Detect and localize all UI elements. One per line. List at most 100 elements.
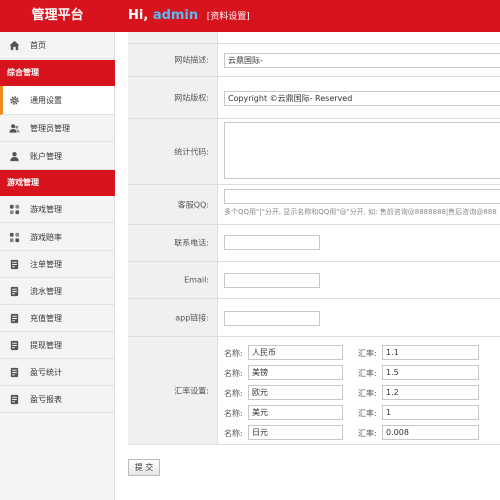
user-icon	[10, 152, 19, 162]
app-link-label: app链接:	[175, 313, 209, 322]
rate-name-label: 名称:	[224, 409, 243, 418]
rate-name-input[interactable]: 人民币	[248, 345, 343, 360]
sidebar-item-profit-stats[interactable]: 盈亏统计	[0, 359, 114, 386]
form-row-phone: 联系电话:	[128, 225, 500, 262]
sidebar: 首页 综合管理 通用设置 管理员管理 账户管理 游戏管理 游戏管理 游戏赔率 注…	[0, 32, 115, 500]
form-label-cell: Email:	[128, 262, 218, 298]
copyright-input[interactable]: Copyright ©云鼎国际- Reserved	[224, 91, 500, 106]
rate-name-input[interactable]: 日元	[248, 425, 343, 440]
rate-name-input[interactable]: 欧元	[248, 385, 343, 400]
site-description-input[interactable]: 云鼎国际-	[224, 53, 500, 68]
form-label-cell: 网站版权:	[128, 77, 218, 118]
sidebar-item-label: 盈亏报表	[30, 395, 62, 404]
document-icon	[10, 313, 19, 324]
form-label-cell: 联系电话:	[128, 225, 218, 261]
sidebar-item-game-odds[interactable]: 游戏赔率	[0, 224, 114, 251]
rate-value-label: 汇率:	[358, 349, 377, 358]
username-link[interactable]: admin	[153, 8, 198, 23]
rate-value-label: 汇率:	[358, 409, 377, 418]
rate-name-label: 名称:	[224, 349, 243, 358]
site-description-label: 网站描述:	[174, 55, 209, 65]
sidebar-item-label: 游戏赔率	[30, 233, 62, 242]
customer-qq-label: 客服QQ:	[177, 200, 209, 209]
email-input[interactable]	[224, 273, 320, 288]
rate-name-label: 名称:	[224, 389, 243, 398]
sidebar-item-label: 盈亏统计	[30, 368, 62, 377]
form-label-cell: 汇率设置:	[128, 337, 218, 444]
rate-value-label: 汇率:	[358, 389, 377, 398]
main-content: 网站描述: 云鼎国际- 网站版权: Copyright ©云鼎国际- Reser…	[115, 32, 500, 500]
sidebar-item-general-settings[interactable]: 通用设置	[0, 86, 114, 115]
sidebar-item-label: 注单管理	[30, 260, 62, 269]
profile-settings-link[interactable]: [资料设置]	[207, 12, 250, 22]
sidebar-item-label: 流水管理	[30, 287, 62, 296]
sidebar-item-flow-management[interactable]: 流水管理	[0, 278, 114, 305]
document-icon	[10, 340, 19, 351]
sidebar-item-withdraw-management[interactable]: 提现管理	[0, 332, 114, 359]
copyright-label: 网站版权:	[174, 93, 209, 102]
form-row-site-description: 网站描述: 云鼎国际-	[128, 44, 500, 77]
sidebar-item-label: 通用设置	[30, 96, 62, 105]
customer-qq-hint: 多个QQ用"|"分开, 显示名称和QQ用"@"分开, 如: 售前咨询@88888…	[224, 208, 497, 216]
exchange-rates-label: 汇率设置:	[174, 386, 209, 395]
sidebar-item-label: 首页	[30, 41, 46, 50]
rate-value-label: 汇率:	[358, 369, 377, 378]
sidebar-item-label: 账户管理	[30, 152, 62, 161]
form-row-exchange-rates: 汇率设置: 名称: 人民币 汇率: 1.1 名称: 美镑 汇率: 1.5 名称:…	[128, 337, 500, 445]
app-link-input[interactable]	[224, 311, 320, 326]
sidebar-item-label: 充值管理	[30, 314, 62, 323]
phone-input[interactable]	[224, 235, 320, 250]
document-icon	[10, 259, 19, 270]
sidebar-item-account-management[interactable]: 账户管理	[0, 143, 114, 170]
rate-value-input[interactable]: 1.1	[382, 345, 479, 360]
greeting: Hi, admin [资料设置]	[128, 0, 250, 32]
brand-title: 管理平台	[31, 8, 84, 23]
form-label-cell: 客服QQ:	[128, 185, 218, 224]
stats-code-textarea[interactable]	[224, 122, 500, 179]
sidebar-item-home[interactable]: 首页	[0, 32, 114, 59]
sidebar-group-general: 综合管理	[0, 60, 115, 86]
grid-icon	[9, 232, 20, 243]
rate-name-input[interactable]: 美镑	[248, 365, 343, 380]
form-row-copyright: 网站版权: Copyright ©云鼎国际- Reserved	[128, 77, 500, 119]
form-row-previous	[128, 32, 500, 44]
rate-name-label: 名称:	[224, 429, 243, 438]
sidebar-item-profit-report[interactable]: 盈亏报表	[0, 386, 114, 413]
greeting-text: Hi,	[128, 8, 149, 23]
rate-value-input[interactable]: 1.2	[382, 385, 479, 400]
sidebar-item-label: 管理员管理	[30, 124, 70, 133]
sidebar-item-label: 提现管理	[30, 341, 62, 350]
sidebar-item-admin-management[interactable]: 管理员管理	[0, 115, 114, 142]
users-icon	[9, 124, 20, 133]
sidebar-item-bet-management[interactable]: 注单管理	[0, 251, 114, 278]
sidebar-item-label: 游戏管理	[30, 205, 62, 214]
form-label-cell: 统计代码:	[128, 119, 218, 184]
rate-value-input[interactable]: 1.5	[382, 365, 479, 380]
rate-value-input[interactable]: 1	[382, 405, 479, 420]
form-row-stats-code: 统计代码:	[128, 119, 500, 185]
phone-label: 联系电话:	[174, 238, 209, 248]
submit-button[interactable]: 提 交	[128, 459, 160, 476]
sidebar-group-game: 游戏管理	[0, 170, 115, 196]
stats-code-label: 统计代码:	[174, 147, 209, 156]
sidebar-item-game-management[interactable]: 游戏管理	[0, 196, 114, 223]
form-row-customer-qq: 客服QQ: 多个QQ用"|"分开, 显示名称和QQ用"@"分开, 如: 售前咨询…	[128, 185, 500, 225]
form-label-cell: app链接:	[128, 299, 218, 336]
form-row-app-link: app链接:	[128, 299, 500, 337]
document-icon	[10, 394, 19, 405]
email-label: Email:	[184, 275, 209, 285]
rate-value-input[interactable]: 0.008	[382, 425, 479, 440]
home-icon	[9, 40, 20, 51]
sidebar-item-deposit-management[interactable]: 充值管理	[0, 305, 114, 332]
grid-icon	[9, 204, 20, 215]
form-label-cell: 网站描述:	[128, 44, 218, 76]
customer-qq-input[interactable]	[224, 189, 500, 204]
rate-value-label: 汇率:	[358, 429, 377, 438]
form-row-email: Email:	[128, 262, 500, 299]
form-label-cell	[128, 32, 218, 43]
rate-name-label: 名称:	[224, 369, 243, 378]
rate-name-input[interactable]: 美元	[248, 405, 343, 420]
document-icon	[10, 367, 19, 378]
top-header: 管理平台 Hi, admin [资料设置]	[0, 0, 500, 32]
gear-icon	[10, 96, 19, 105]
